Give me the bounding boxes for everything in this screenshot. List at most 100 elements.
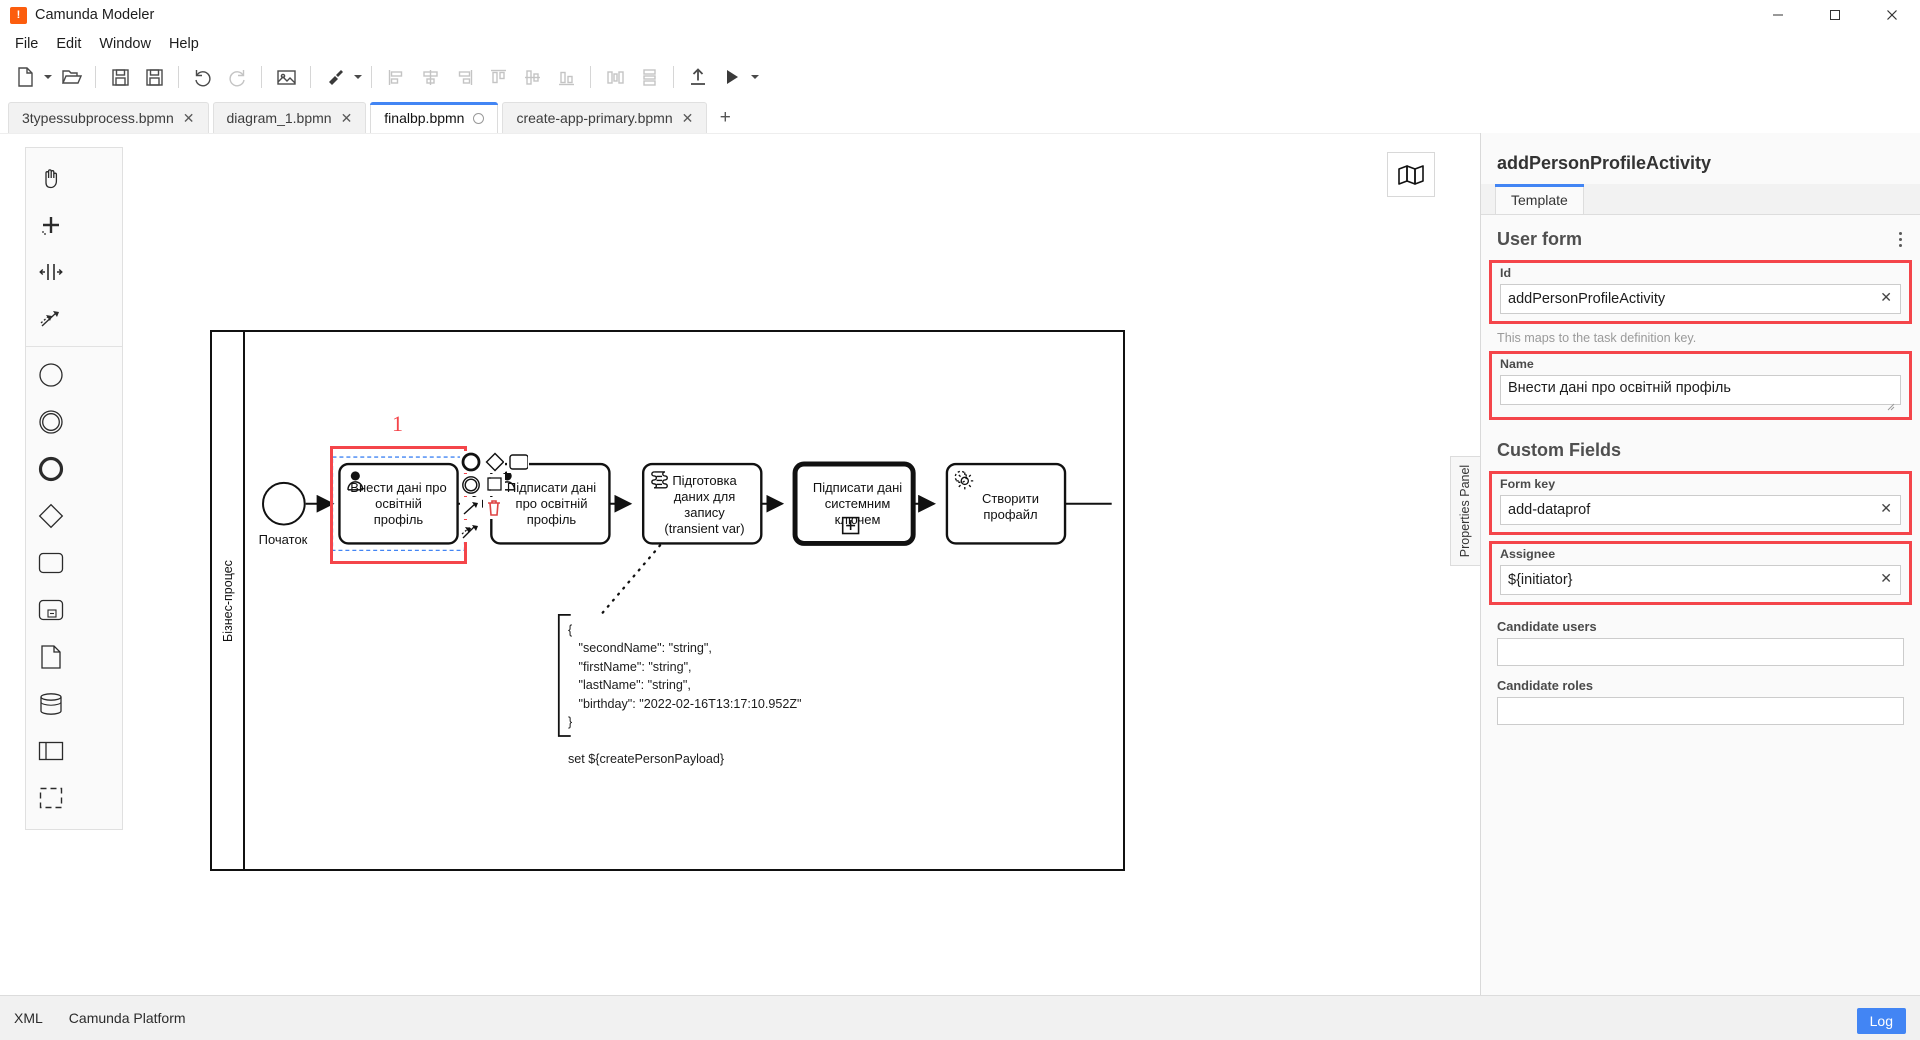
toolbar-separator xyxy=(310,66,311,88)
status-xml-button[interactable]: XML xyxy=(14,1010,43,1026)
open-file-icon[interactable] xyxy=(54,62,88,92)
align-top-icon[interactable] xyxy=(481,62,515,92)
field-id: Id ✕ xyxy=(1489,260,1912,324)
save-as-icon[interactable] xyxy=(137,62,171,92)
append-end-event-icon[interactable] xyxy=(460,451,482,473)
pool-lane-header: Бізнес-процес xyxy=(212,332,245,869)
minimap-toggle-button[interactable] xyxy=(1387,152,1435,197)
id-input[interactable] xyxy=(1500,284,1901,314)
close-icon[interactable]: ✕ xyxy=(183,111,195,125)
append-connection-icon[interactable] xyxy=(460,520,482,542)
editor-tab-label: finalbp.bpmn xyxy=(384,110,464,126)
resize-grip-icon[interactable] xyxy=(1887,403,1895,411)
node-label-call-activity: Підписати дані системним ключем xyxy=(801,480,914,528)
candidate-users-input[interactable] xyxy=(1497,638,1904,666)
distribute-horizontal-icon[interactable] xyxy=(598,62,632,92)
menu-window[interactable]: Window xyxy=(90,33,160,55)
align-left-icon[interactable] xyxy=(379,62,413,92)
align-tool-icon[interactable] xyxy=(318,62,352,92)
task-icon[interactable] xyxy=(26,539,75,586)
name-input[interactable] xyxy=(1500,375,1901,405)
properties-panel-title: addPersonProfileActivity xyxy=(1481,133,1920,184)
title-bar: ! Camunda Modeler xyxy=(0,0,1920,30)
properties-panel: addPersonProfileActivity Template User f… xyxy=(1480,133,1920,995)
append-task-icon[interactable] xyxy=(507,451,529,473)
window-controls xyxy=(1749,0,1920,30)
space-tool-icon[interactable] xyxy=(26,248,75,295)
editor-tab-0[interactable]: 3typessubprocess.bpmn ✕ xyxy=(8,102,209,133)
menu-help[interactable]: Help xyxy=(160,33,208,55)
close-icon[interactable]: ✕ xyxy=(682,111,694,125)
align-right-icon[interactable] xyxy=(447,62,481,92)
new-file-icon[interactable] xyxy=(8,62,42,92)
distribute-vertical-icon[interactable] xyxy=(632,62,666,92)
align-middle-icon[interactable] xyxy=(515,62,549,92)
undo-icon[interactable] xyxy=(186,62,220,92)
bpmn-pool[interactable]: Бізнес-процес xyxy=(210,330,1125,871)
clear-icon[interactable]: ✕ xyxy=(1880,289,1892,306)
connect-tool-icon[interactable] xyxy=(26,295,75,342)
subprocess-collapsed-icon[interactable] xyxy=(26,586,75,633)
data-store-icon[interactable] xyxy=(26,680,75,727)
editor-tab-bar: 3typessubprocess.bpmn ✕ diagram_1.bpmn ✕… xyxy=(0,97,1920,133)
delete-icon[interactable] xyxy=(483,497,505,519)
unsaved-indicator-icon[interactable] xyxy=(473,113,484,124)
status-platform-button[interactable]: Camunda Platform xyxy=(69,1010,186,1026)
node-label-start: Початок xyxy=(234,532,332,548)
align-center-icon[interactable] xyxy=(413,62,447,92)
run-dropdown-icon[interactable] xyxy=(749,62,761,92)
editor-tab-3[interactable]: create-app-primary.bpmn ✕ xyxy=(502,102,707,133)
save-icon[interactable] xyxy=(103,62,137,92)
candidate-roles-input[interactable] xyxy=(1497,697,1904,725)
map-icon xyxy=(1397,164,1425,186)
group-icon[interactable] xyxy=(26,774,75,821)
connect-icon[interactable] xyxy=(460,497,482,519)
maximize-icon[interactable] xyxy=(1806,0,1863,30)
properties-panel-handle[interactable]: Properties Panel xyxy=(1450,456,1480,566)
field-candidate-users: Candidate users xyxy=(1481,615,1920,674)
new-tab-button[interactable]: + xyxy=(711,102,739,133)
align-bottom-icon[interactable] xyxy=(549,62,583,92)
menu-file[interactable]: File xyxy=(6,33,47,55)
lasso-tool-icon[interactable] xyxy=(26,201,75,248)
custom-fields-title-row: Custom Fields xyxy=(1481,424,1920,471)
clear-icon[interactable]: ✕ xyxy=(1880,500,1892,517)
hand-tool-icon[interactable] xyxy=(26,154,75,201)
participant-icon[interactable] xyxy=(26,727,75,774)
tab-template[interactable]: Template xyxy=(1495,184,1584,214)
gateway-icon[interactable] xyxy=(26,492,75,539)
context-pad[interactable] xyxy=(460,450,520,550)
properties-panel-handle-label: Properties Panel xyxy=(1459,465,1473,557)
align-tool-dropdown-icon[interactable] xyxy=(352,62,364,92)
start-event-icon[interactable] xyxy=(26,351,75,398)
editor-tab-2[interactable]: finalbp.bpmn xyxy=(370,102,498,133)
run-icon[interactable] xyxy=(715,62,749,92)
group-title: User form xyxy=(1497,229,1582,250)
redo-icon[interactable] xyxy=(220,62,254,92)
kebab-menu-icon[interactable] xyxy=(1897,229,1904,250)
minimize-icon[interactable] xyxy=(1749,0,1806,30)
intermediate-event-icon[interactable] xyxy=(26,398,75,445)
log-button[interactable]: Log xyxy=(1857,1008,1906,1034)
custom-fields-title: Custom Fields xyxy=(1497,440,1621,461)
export-image-icon[interactable] xyxy=(269,62,303,92)
clear-icon[interactable]: ✕ xyxy=(1880,570,1892,587)
editor-tab-1[interactable]: diagram_1.bpmn ✕ xyxy=(213,102,367,133)
bpmn-canvas[interactable]: Бізнес-процес xyxy=(0,133,1480,995)
node-label-service-task: Створити профайл xyxy=(954,491,1067,523)
field-id-hint: This maps to the task definition key. xyxy=(1481,328,1920,345)
data-object-icon[interactable] xyxy=(26,633,75,680)
form-key-input[interactable] xyxy=(1500,495,1901,525)
menu-edit[interactable]: Edit xyxy=(47,33,90,55)
append-gateway-icon[interactable] xyxy=(483,451,505,473)
close-icon[interactable]: ✕ xyxy=(341,111,353,125)
deploy-icon[interactable] xyxy=(681,62,715,92)
status-bar: XML Camunda Platform Log xyxy=(0,995,1920,1040)
assignee-input[interactable] xyxy=(1500,565,1901,595)
close-icon[interactable] xyxy=(1863,0,1920,30)
append-intermediate-event-icon[interactable] xyxy=(460,474,482,496)
window-title: Camunda Modeler xyxy=(35,7,154,23)
end-event-icon[interactable] xyxy=(26,445,75,492)
new-file-dropdown-icon[interactable] xyxy=(42,62,54,92)
append-text-annotation-icon[interactable] xyxy=(483,474,505,496)
